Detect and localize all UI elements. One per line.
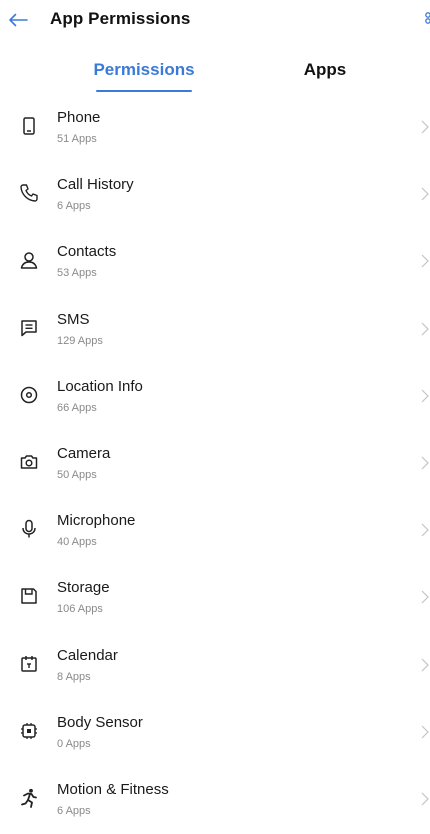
chevron-right-icon: [421, 658, 429, 671]
camera-icon: [18, 451, 40, 473]
permission-row-storage[interactable]: Storage 106 Apps: [0, 565, 430, 632]
permission-app-count: 129 Apps: [57, 334, 103, 347]
permission-row-body-sensor[interactable]: Body Sensor 0 Apps: [0, 700, 430, 767]
permission-row-sms[interactable]: SMS 129 Apps: [0, 297, 430, 364]
chevron-right-icon: [421, 322, 429, 335]
permission-row-calendar[interactable]: Calendar 8 Apps: [0, 633, 430, 700]
permission-row-contacts[interactable]: Contacts 53 Apps: [0, 229, 430, 296]
permission-app-count: 6 Apps: [57, 200, 91, 213]
contacts-icon: [18, 249, 40, 271]
permission-label: Call History: [57, 176, 134, 194]
permission-list: Phone 51 Apps Call History 6 Apps Contac…: [0, 95, 430, 834]
permission-label: Body Sensor: [57, 713, 143, 731]
phone-icon: [18, 115, 40, 137]
tab-bar: Permissions Apps: [0, 56, 430, 96]
back-arrow-icon: [9, 13, 28, 27]
calendar-icon: [18, 653, 40, 675]
permission-row-location-info[interactable]: Location Info 66 Apps: [0, 364, 430, 431]
permission-label: Phone: [57, 109, 101, 126]
permission-label: SMS: [57, 310, 90, 328]
back-button[interactable]: [6, 8, 30, 32]
permission-app-count: 66 Apps: [57, 401, 97, 414]
permission-app-count: 106 Apps: [57, 603, 103, 616]
permission-row-camera[interactable]: Camera 50 Apps: [0, 431, 430, 498]
permission-app-count: 40 Apps: [57, 536, 97, 549]
permission-label: Calendar: [57, 646, 118, 664]
permission-row-motion-fitness[interactable]: Motion & Fitness 6 Apps: [0, 767, 430, 834]
permission-app-count: 0 Apps: [57, 737, 91, 750]
call-history-icon: [18, 182, 40, 204]
chevron-right-icon: [421, 523, 429, 537]
permission-label: Storage: [57, 579, 110, 597]
page-title: App Permissions: [50, 9, 191, 28]
permission-label: Motion & Fitness: [57, 780, 169, 798]
permission-row-phone[interactable]: Phone 51 Apps: [0, 95, 430, 162]
permission-label: Microphone: [57, 512, 136, 530]
permission-app-count: 6 Apps: [57, 804, 91, 817]
permission-label: Contacts: [57, 243, 117, 261]
chevron-right-icon: [421, 456, 429, 470]
permission-row-microphone[interactable]: Microphone 40 Apps: [0, 498, 430, 565]
tab-selected-indicator: [96, 90, 192, 92]
sms-icon: [18, 317, 40, 339]
tab-apps[interactable]: Apps: [290, 60, 360, 80]
chevron-right-icon: [421, 792, 429, 806]
chevron-right-icon: [421, 120, 429, 134]
permission-app-count: 8 Apps: [57, 670, 91, 683]
storage-icon: [18, 585, 40, 607]
chevron-right-icon: [421, 187, 429, 201]
chevron-right-icon: [421, 725, 429, 739]
more-options-icon: [425, 12, 430, 24]
permission-label: Camera: [57, 444, 111, 462]
permission-label: Location Info: [57, 377, 143, 395]
permission-row-call-history[interactable]: Call History 6 Apps: [0, 162, 430, 229]
tab-permissions[interactable]: Permissions: [84, 60, 204, 80]
microphone-icon: [18, 518, 40, 540]
permission-app-count: 51 Apps: [57, 133, 97, 145]
app-bar: App Permissions: [0, 0, 430, 40]
body-sensor-icon: [18, 720, 40, 742]
chevron-right-icon: [421, 590, 429, 604]
permission-app-count: 53 Apps: [57, 267, 97, 280]
chevron-right-icon: [421, 389, 429, 403]
motion-fitness-icon: [18, 787, 40, 809]
chevron-right-icon: [421, 254, 429, 268]
location-icon: [18, 384, 40, 406]
permission-app-count: 50 Apps: [57, 468, 97, 481]
more-options-button[interactable]: [422, 10, 430, 32]
